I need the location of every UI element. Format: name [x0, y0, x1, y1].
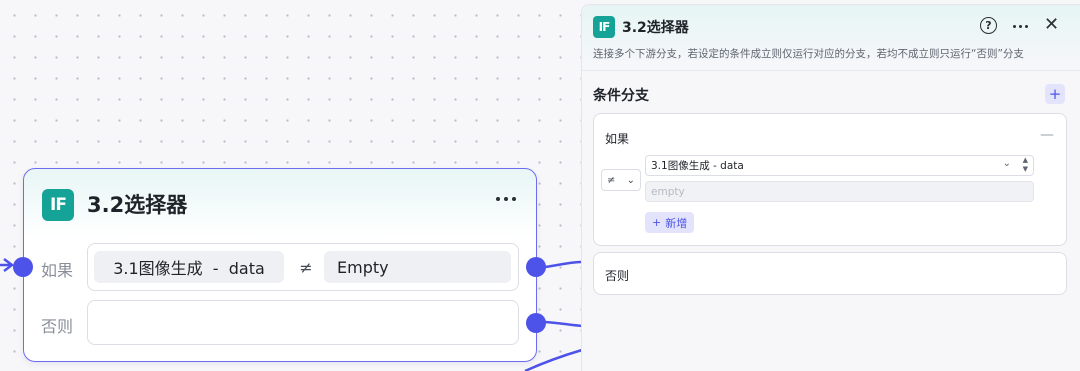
if-icon: IF	[42, 189, 74, 221]
condition-value: Empty	[324, 251, 511, 283]
input-port[interactable]	[13, 257, 33, 277]
if-branch-label: 如果	[41, 261, 74, 280]
if-card-label: 如果	[605, 132, 630, 146]
more-icon[interactable]	[496, 197, 516, 201]
else-card-label: 否则	[605, 269, 630, 283]
add-condition-button[interactable]: + 新增	[645, 212, 695, 233]
add-condition-label: 新增	[665, 216, 688, 230]
panel-header: IF 3.2选择器 ? ✕ 连接多个下游分支，若设定的条件成立则仅运行对应的分支…	[582, 5, 1080, 71]
else-output-port[interactable]	[526, 313, 546, 333]
if-branch-card: 如果 — ≠ ⌄ 3.1图像生成 - data ⌄ ▲ ▼ empty + 新增	[593, 113, 1067, 246]
collapse-icon[interactable]: —	[1040, 127, 1054, 143]
panel-description: 连接多个下游分支，若设定的条件成立则仅运行对应的分支，若均不成立则只运行“否则”…	[593, 48, 1024, 60]
chevron-down-icon: ⌄	[1002, 158, 1011, 169]
selector-node[interactable]: IF 3.2选择器 如果 3.1图像生成 - data ≠ Empty 否则	[13, 168, 546, 362]
condition-variable: 3.1图像生成 - data	[94, 251, 284, 283]
config-panel: IF 3.2选择器 ? ✕ 连接多个下游分支，若设定的条件成立则仅运行对应的分支…	[581, 4, 1080, 371]
else-branch-card: 否则	[593, 252, 1067, 295]
else-branch-label: 否则	[41, 317, 74, 336]
not-equal-icon: ≠	[299, 257, 313, 277]
value-input[interactable]: empty	[645, 181, 1034, 202]
panel-title[interactable]: 3.2选择器	[622, 17, 689, 37]
chevron-down-icon: ⌄	[626, 174, 635, 186]
variable-select[interactable]: 3.1图像生成 - data ⌄ ▲ ▼	[645, 155, 1034, 176]
else-box[interactable]	[87, 300, 519, 345]
add-branch-button[interactable]: +	[1045, 84, 1065, 104]
condition-box[interactable]: 3.1图像生成 - data ≠ Empty	[87, 243, 519, 291]
operator-select[interactable]: ≠ ⌄	[601, 169, 641, 191]
plus-icon: +	[652, 216, 662, 229]
if-output-port[interactable]	[526, 257, 546, 277]
more-icon[interactable]	[1013, 25, 1028, 28]
if-icon: IF	[593, 16, 615, 38]
help-icon[interactable]: ?	[980, 17, 997, 34]
close-icon[interactable]: ✕	[1044, 15, 1059, 35]
section-title: 条件分支	[593, 88, 649, 104]
variable-select-value: 3.1图像生成 - data	[651, 160, 744, 172]
stepper-icon[interactable]: ▲ ▼	[1023, 156, 1028, 174]
not-equal-icon: ≠	[607, 174, 616, 186]
node-title: 3.2选择器	[87, 193, 188, 217]
